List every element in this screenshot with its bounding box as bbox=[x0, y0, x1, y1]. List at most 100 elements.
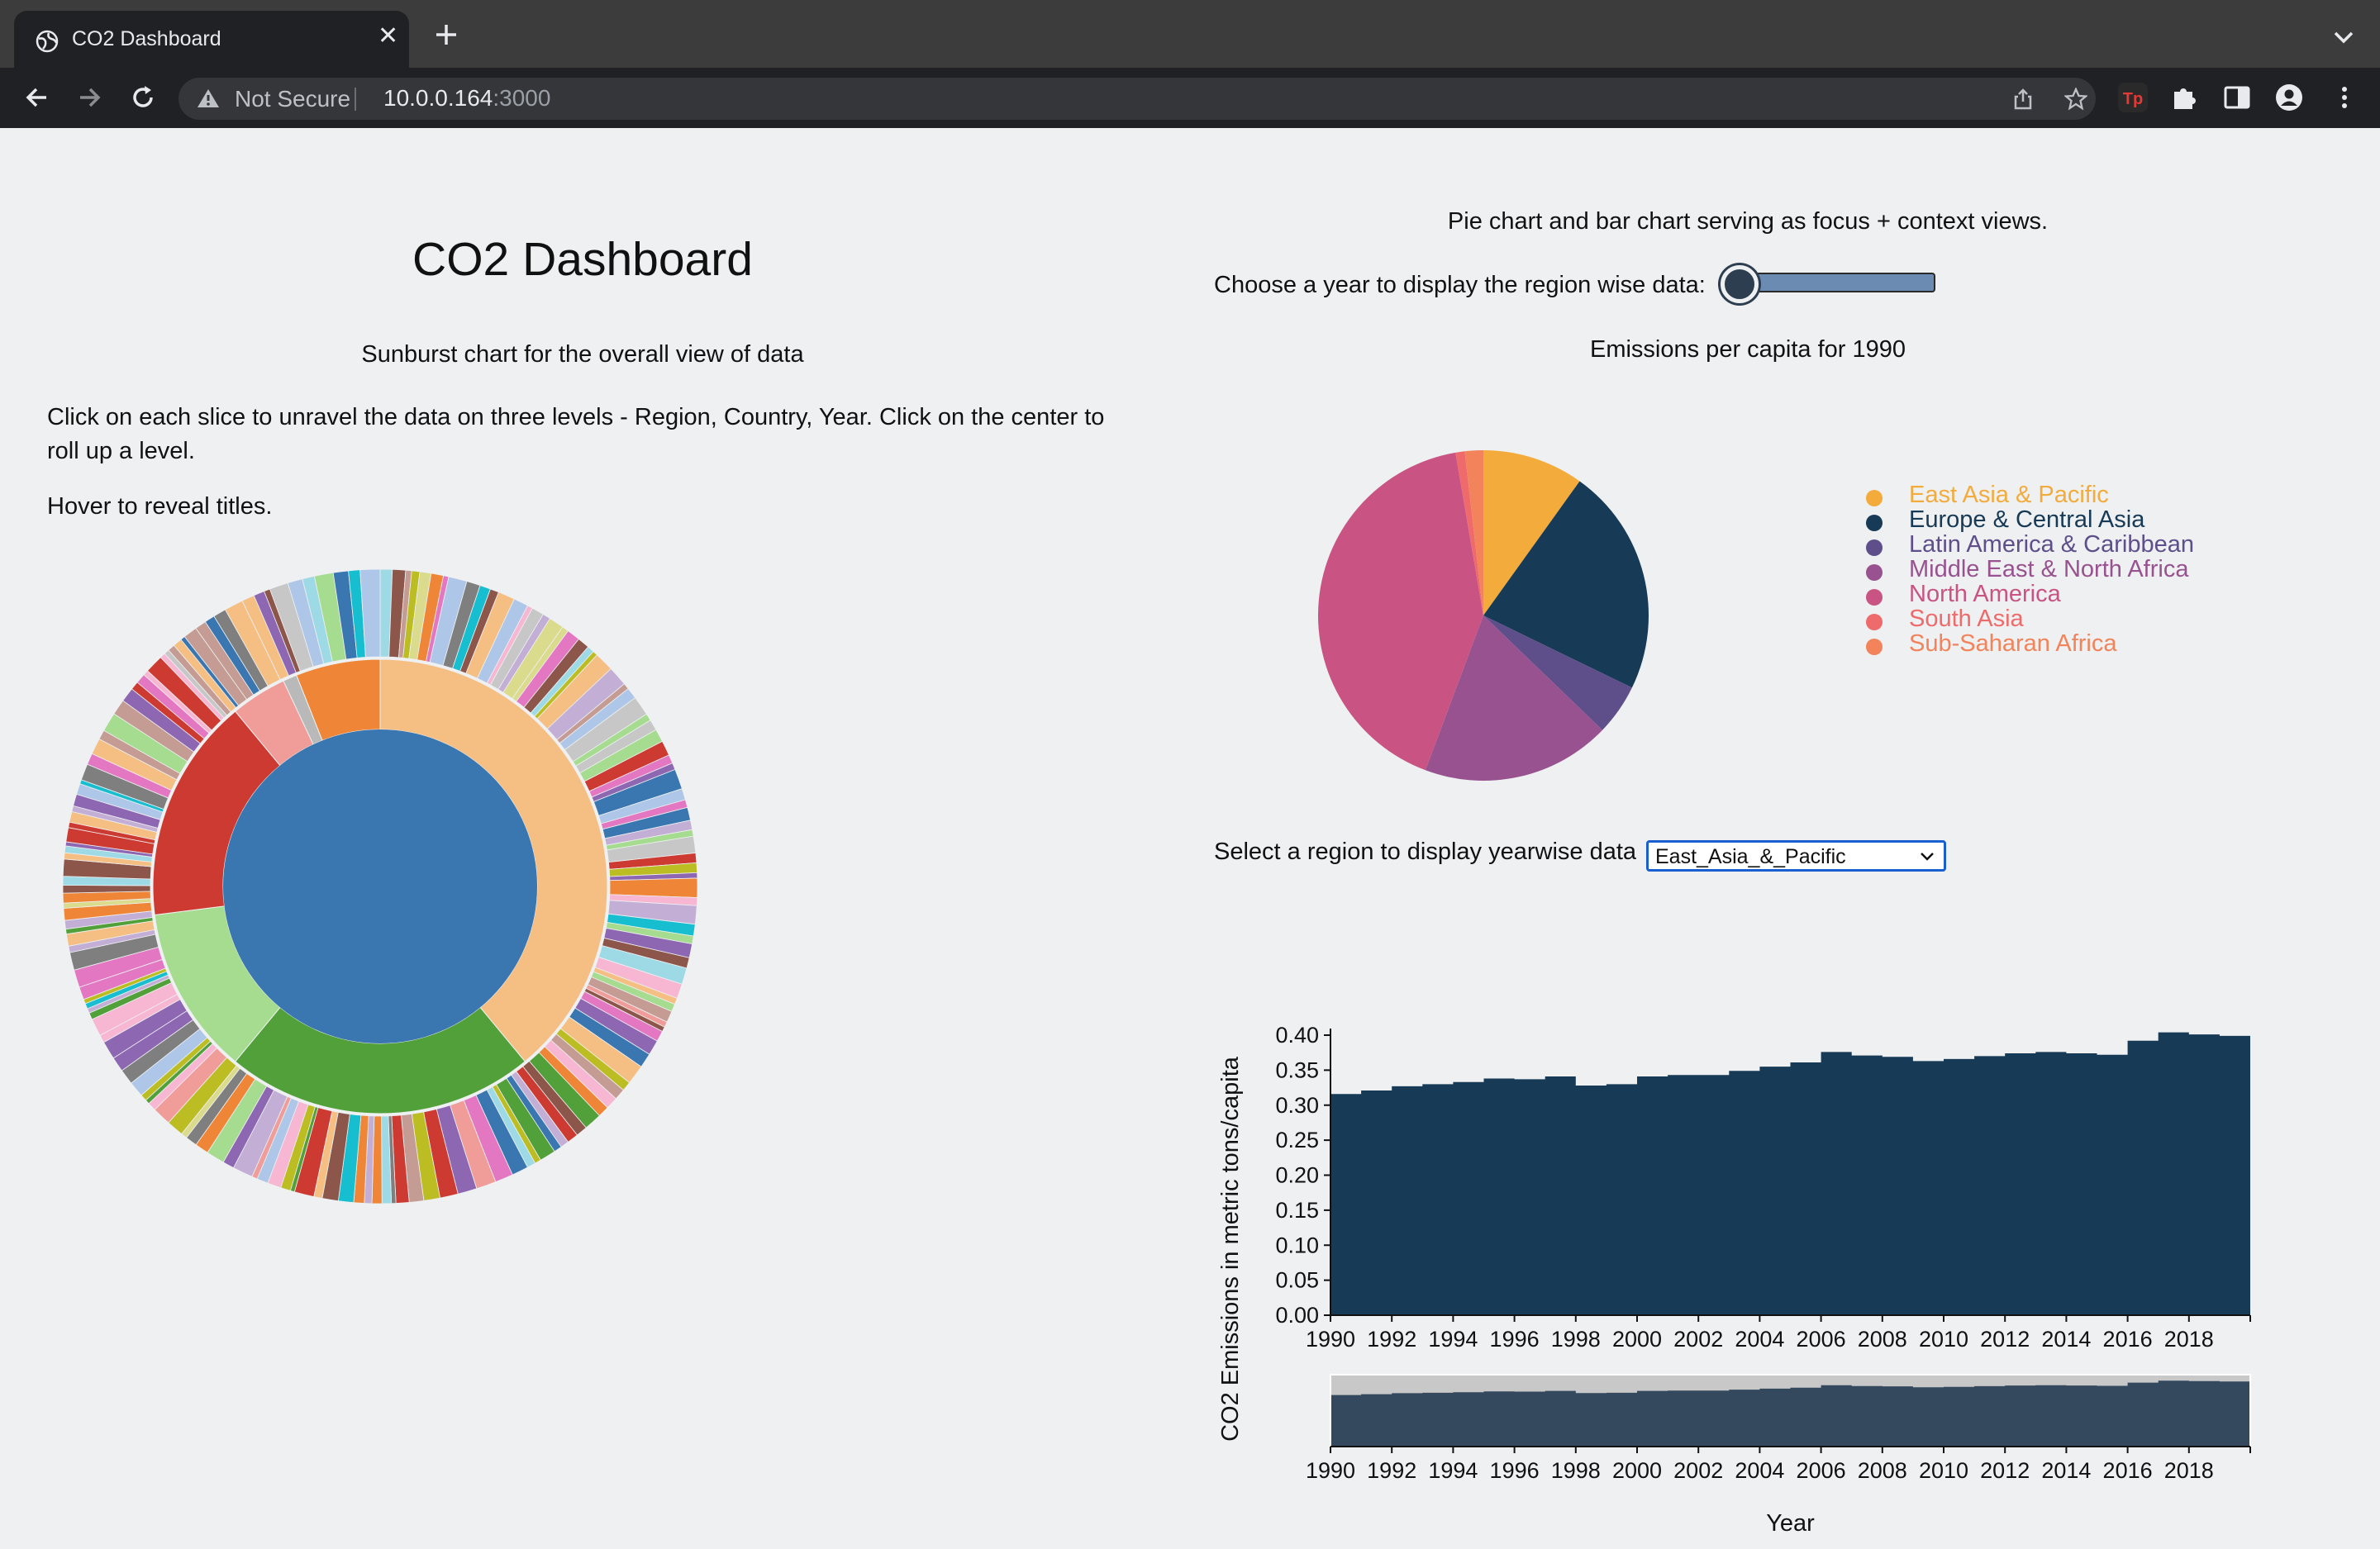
context-x-tick-label: 2004 bbox=[1735, 1458, 1784, 1483]
share-icon[interactable] bbox=[2011, 88, 2035, 111]
browser-tab[interactable]: CO2 Dashboard ✕ bbox=[14, 11, 409, 68]
close-tab-icon[interactable]: ✕ bbox=[378, 24, 398, 49]
focus-bar[interactable] bbox=[1545, 1076, 1576, 1315]
y-tick-label: 0.30 bbox=[1275, 1093, 1319, 1118]
focus-bar[interactable] bbox=[1361, 1090, 1392, 1315]
focus-bar[interactable] bbox=[1759, 1067, 1790, 1315]
legend-label: Sub-Saharan Africa bbox=[1909, 630, 2117, 657]
reload-icon[interactable] bbox=[128, 83, 158, 112]
focus-bar[interactable] bbox=[1852, 1056, 1883, 1315]
context-x-tick-label: 1998 bbox=[1551, 1458, 1601, 1483]
svg-text:Tp: Tp bbox=[2123, 90, 2143, 108]
year-slider-thumb[interactable] bbox=[1721, 265, 1759, 303]
y-axis-title: CO2 Emissions in metric tons/capita bbox=[1217, 1056, 1244, 1442]
url-port: :3000 bbox=[493, 85, 551, 111]
chevron-down-icon[interactable] bbox=[2329, 28, 2359, 48]
kebab-menu-icon[interactable] bbox=[2329, 82, 2360, 113]
puzzle-extensions-icon[interactable] bbox=[2169, 82, 2201, 113]
x-tick-label: 1996 bbox=[1490, 1327, 1540, 1352]
focus-bar[interactable] bbox=[1330, 1094, 1361, 1315]
focus-bar[interactable] bbox=[1913, 1061, 1944, 1315]
focus-bar[interactable] bbox=[1453, 1082, 1483, 1315]
legend-label: Middle East & North Africa bbox=[1909, 556, 2189, 582]
x-axis-title: Year bbox=[1766, 1510, 1815, 1537]
y-tick-label: 0.10 bbox=[1275, 1233, 1319, 1257]
forward-arrow-icon[interactable] bbox=[75, 83, 105, 112]
y-tick-label: 0.00 bbox=[1275, 1303, 1319, 1328]
focus-bar[interactable] bbox=[1974, 1056, 2005, 1315]
focus-bar[interactable] bbox=[1606, 1084, 1637, 1315]
context-x-tick-label: 2000 bbox=[1612, 1458, 1662, 1483]
focus-bar[interactable] bbox=[1729, 1071, 1759, 1315]
yearwise-area-chart[interactable]: 0.00 0.05 0.10 0.15 0.20 0.25 0.30 0.35 0.40 1990… bbox=[1207, 888, 2281, 1549]
context-x-tick-label: 1996 bbox=[1490, 1458, 1540, 1483]
page-title: CO2 Dashboard bbox=[412, 233, 753, 286]
page-content: CO2 Dashboard Sunburst chart for the ove… bbox=[0, 128, 2380, 1537]
focus-bar[interactable] bbox=[1484, 1079, 1515, 1315]
x-tick-label: 2004 bbox=[1735, 1327, 1784, 1352]
legend-label: East Asia & Pacific bbox=[1909, 482, 2109, 508]
legend-swatch bbox=[1866, 515, 1883, 531]
pie-chart[interactable] bbox=[1314, 442, 1653, 789]
focus-bar[interactable] bbox=[1515, 1079, 1545, 1315]
region-select[interactable]: East_Asia_&_Pacific bbox=[1646, 840, 1946, 872]
focus-bar[interactable] bbox=[1668, 1075, 1698, 1315]
globe-icon bbox=[36, 30, 59, 53]
focus-bar[interactable] bbox=[1944, 1059, 1974, 1315]
hover-note: Hover to reveal titles. bbox=[47, 493, 273, 520]
bookmark-star-icon[interactable] bbox=[2064, 88, 2087, 111]
focus-bar[interactable] bbox=[1791, 1062, 1821, 1315]
focus-bar[interactable] bbox=[1422, 1084, 1453, 1315]
x-tick-label: 2010 bbox=[1919, 1327, 1968, 1352]
region-select-value: East_Asia_&_Pacific bbox=[1655, 845, 1846, 868]
x-tick-label: 1998 bbox=[1551, 1327, 1601, 1352]
tab-strip: CO2 Dashboard ✕ bbox=[0, 0, 2380, 68]
focus-bar[interactable] bbox=[1392, 1086, 1422, 1315]
context-x-tick-label: 1994 bbox=[1428, 1458, 1478, 1483]
focus-bar[interactable] bbox=[1576, 1086, 1606, 1315]
address-bar[interactable]: Not Secure 10.0.0.164:3000 bbox=[178, 78, 2096, 120]
focus-bar[interactable] bbox=[2035, 1052, 2066, 1315]
y-tick-label: 0.20 bbox=[1275, 1163, 1319, 1188]
focus-bar[interactable] bbox=[2220, 1036, 2250, 1315]
legend-swatch bbox=[1866, 539, 1883, 556]
sunburst-instructions: Click on each slice to unravel the data … bbox=[47, 404, 1105, 464]
focus-bar[interactable] bbox=[1637, 1076, 1668, 1315]
security-label[interactable]: Not Secure bbox=[235, 86, 350, 112]
context-view[interactable]: 1990 1992 1994 1996 1998 2000 2002 2004 2006 2008… bbox=[1306, 1374, 2251, 1483]
focus-view: 0.00 0.05 0.10 0.15 0.20 0.25 0.30 0.35 0.40 1990… bbox=[1275, 1023, 2251, 1352]
new-tab-icon[interactable] bbox=[431, 20, 461, 50]
sunburst-center[interactable] bbox=[223, 729, 537, 1043]
context-x-tick-label: 2018 bbox=[2164, 1458, 2214, 1483]
focus-bar[interactable] bbox=[2097, 1055, 2128, 1315]
y-tick-label: 0.40 bbox=[1275, 1023, 1319, 1048]
profile-avatar-icon[interactable] bbox=[2273, 82, 2305, 113]
focus-bar[interactable] bbox=[2005, 1053, 2035, 1315]
focus-bar[interactable] bbox=[2189, 1034, 2220, 1315]
side-panel-icon[interactable] bbox=[2221, 82, 2253, 113]
x-tick-label: 2002 bbox=[1673, 1327, 1723, 1352]
context-x-tick-label: 2016 bbox=[2103, 1458, 2153, 1483]
x-tick-label: 2016 bbox=[2103, 1327, 2153, 1352]
y-tick-label: 0.35 bbox=[1275, 1057, 1319, 1082]
x-tick-label: 2012 bbox=[1980, 1327, 2030, 1352]
focus-bar[interactable] bbox=[1698, 1075, 1729, 1315]
sunburst-chart[interactable] bbox=[63, 569, 697, 1204]
context-x-tick-label: 2002 bbox=[1673, 1458, 1723, 1483]
tp-extension-icon[interactable]: Tp bbox=[2117, 82, 2149, 113]
url-text[interactable]: 10.0.0.164:3000 bbox=[383, 85, 550, 112]
focus-bar[interactable] bbox=[2066, 1053, 2097, 1315]
back-arrow-icon[interactable] bbox=[21, 83, 51, 112]
focus-bar[interactable] bbox=[2128, 1041, 2159, 1315]
focus-bar[interactable] bbox=[1883, 1057, 1913, 1315]
x-tick-label: 2018 bbox=[2164, 1327, 2214, 1352]
year-slider-label: Choose a year to display the region wise… bbox=[1214, 272, 1706, 298]
tab-title: CO2 Dashboard bbox=[72, 27, 221, 50]
region-select-label: Select a region to display yearwise data bbox=[1214, 839, 1637, 865]
focus-bar[interactable] bbox=[1821, 1052, 1852, 1315]
omnibox-divider bbox=[355, 88, 356, 111]
focus-bar[interactable] bbox=[2159, 1033, 2189, 1315]
x-tick-label: 2000 bbox=[1612, 1327, 1662, 1352]
context-x-tick-label: 2012 bbox=[1980, 1458, 2030, 1483]
context-x-tick-label: 2010 bbox=[1919, 1458, 1968, 1483]
